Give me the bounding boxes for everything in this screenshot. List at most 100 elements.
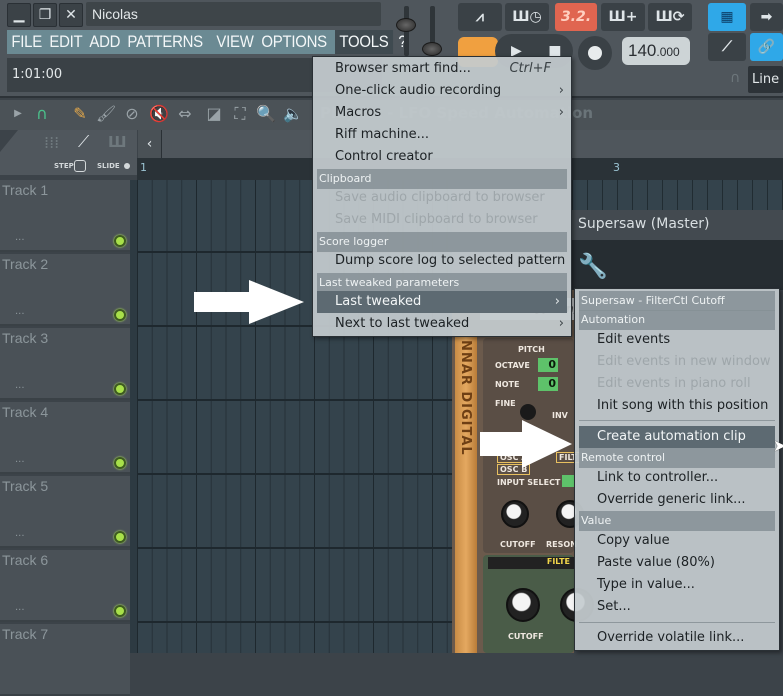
scroll-left-button[interactable]: ‹	[138, 130, 162, 158]
track-header[interactable]: Track 1 ...	[0, 180, 130, 252]
audio-wave-icon[interactable]: ⁞⁞⁞	[44, 133, 59, 152]
track-header[interactable]: Track 3 ...	[0, 328, 130, 400]
menu-item-next-to-last-tweaked[interactable]: Next to last tweaked ›	[313, 313, 571, 335]
menu-options[interactable]: OPTIONS	[257, 30, 331, 54]
track-options[interactable]: ...	[15, 454, 25, 465]
master-pitch-knob[interactable]	[422, 42, 442, 56]
menu-item-one-click-audio-recording[interactable]: One-click audio recording ›	[313, 80, 571, 102]
menu-file[interactable]: FILE	[7, 30, 46, 54]
menu-item-paste-value[interactable]: Paste value (80%)	[575, 552, 779, 574]
restore-button[interactable]: ❐	[33, 3, 57, 27]
tempo-display[interactable]: 140.000	[622, 37, 690, 65]
mute-icon[interactable]: 🔇	[149, 104, 169, 124]
track-name: Track 4	[2, 404, 49, 420]
menu-section-automation: Automation	[579, 310, 775, 330]
link-icon[interactable]: 🔗	[750, 33, 783, 61]
menu-item-browser-smart-find[interactable]: Browser smart find... Ctrl+F	[313, 58, 571, 80]
wait-for-input-button[interactable]: Ш◷	[505, 3, 549, 31]
slip-icon[interactable]: ⇔	[175, 104, 195, 124]
menu-item-last-tweaked[interactable]: Last tweaked ›	[317, 291, 567, 313]
octave-label: OCTAVE	[495, 361, 530, 370]
menu-item-save-audio-clipboard[interactable]: Save audio clipboard to browser	[313, 187, 571, 209]
plugin-window-title[interactable]: Supersaw (Master)	[572, 210, 783, 240]
track-options[interactable]: ...	[15, 602, 25, 613]
menu-item-copy-value[interactable]: Copy value	[575, 530, 779, 552]
menu-patterns[interactable]: PATTERNS	[123, 30, 207, 54]
menu-item-create-automation-clip[interactable]: Create automation clip	[579, 426, 775, 448]
annotation-arrow-icon	[480, 420, 572, 468]
pattern-number[interactable]: 3.2.	[555, 3, 597, 31]
track-mute-led[interactable]	[114, 457, 126, 469]
menu-item-dump-score-log[interactable]: Dump score log to selected pattern	[313, 250, 571, 272]
delete-icon[interactable]: ⊘	[122, 104, 142, 124]
slice-icon[interactable]: ◪	[204, 104, 224, 124]
record-button[interactable]	[578, 36, 612, 70]
menu-item-type-in-value[interactable]: Type in value...	[575, 574, 779, 596]
next-button[interactable]: ➡	[750, 3, 783, 31]
magnet-icon[interactable]: ∩	[32, 104, 52, 124]
paint-icon[interactable]: 🖌	[96, 104, 116, 124]
note-value[interactable]: 0	[538, 377, 558, 391]
typing-keyboard-toggle[interactable]: ▦	[708, 3, 746, 31]
track-options[interactable]: ...	[15, 232, 25, 243]
playlist-grid-right[interactable]	[572, 180, 783, 210]
metronome-button[interactable]: ⩘	[458, 3, 502, 31]
track-mute-led[interactable]	[114, 605, 126, 617]
octave-value[interactable]: 0	[538, 358, 558, 372]
minimize-button[interactable]: ▁	[7, 3, 31, 27]
menu-item-macros[interactable]: Macros ›	[313, 102, 571, 124]
input-select-value[interactable]	[562, 475, 574, 487]
track-mute-led[interactable]	[114, 531, 126, 543]
track-header[interactable]: Track 4 ...	[0, 402, 130, 474]
pencil-icon[interactable]: ✎	[70, 104, 90, 124]
step-edit-button[interactable]: ⟋	[708, 33, 746, 61]
playback-icon[interactable]: 🔈	[283, 104, 303, 124]
menu-item-init-song-position[interactable]: Init song with this position	[575, 395, 779, 417]
wrench-icon[interactable]: 🔧	[578, 252, 608, 280]
menu-item-edit-events-new-window[interactable]: Edit events in new window	[575, 351, 779, 373]
add-pattern-button[interactable]: Ш+	[601, 3, 645, 31]
menu-item-override-volatile-link[interactable]: Override volatile link...	[575, 627, 779, 649]
menu-view[interactable]: VIEW	[212, 30, 258, 54]
select-icon[interactable]: ⛶	[230, 104, 250, 124]
track-header[interactable]: Track 7	[0, 624, 130, 696]
options-arrow-icon[interactable]: ▶	[8, 104, 28, 124]
close-button[interactable]: ✕	[59, 3, 83, 27]
menu-item-edit-events-piano-roll[interactable]: Edit events in piano roll	[575, 373, 779, 395]
menu-item-save-midi-clipboard[interactable]: Save MIDI clipboard to browser	[313, 209, 571, 231]
menu-add[interactable]: ADD	[85, 30, 125, 54]
menu-item-riff-machine[interactable]: Riff machine...	[313, 124, 571, 146]
pattern-icon[interactable]: Ш	[108, 133, 127, 151]
step-checkbox[interactable]	[74, 160, 86, 172]
track-options[interactable]: ...	[15, 380, 25, 391]
menu-item-override-generic-link[interactable]: Override generic link...	[575, 489, 779, 511]
track-header[interactable]: Track 5 ...	[0, 476, 130, 548]
track-options[interactable]: ...	[15, 306, 25, 317]
track-options[interactable]: ...	[15, 528, 25, 539]
track-mute-led[interactable]	[114, 383, 126, 395]
menu-item-label: Next to last tweaked	[335, 316, 470, 331]
fine-knob[interactable]	[520, 404, 536, 420]
menu-item-set[interactable]: Set...	[575, 596, 779, 618]
menu-edit[interactable]: EDIT	[45, 30, 87, 54]
menu-item-edit-events[interactable]: Edit events	[575, 329, 779, 351]
menu-tools[interactable]: TOOLS	[334, 30, 393, 54]
step-label: STEP	[54, 162, 74, 170]
track-header[interactable]: Track 6 ...	[0, 550, 130, 622]
filter-cutoff-knob[interactable]	[506, 588, 540, 622]
track-mute-led[interactable]	[114, 235, 126, 247]
loop-record-button[interactable]: Ш⟳	[648, 3, 692, 31]
track-mute-led[interactable]	[114, 309, 126, 321]
cutoff-knob[interactable]	[501, 500, 529, 528]
track-header[interactable]: Track 2 ...	[0, 254, 130, 326]
slide-radio[interactable]	[124, 163, 130, 169]
snap-mode-select[interactable]: Line	[748, 66, 783, 93]
master-volume-knob[interactable]	[396, 18, 416, 32]
submenu-header: Supersaw - FilterCtl Cutoff	[579, 291, 775, 311]
zoom-icon[interactable]: 🔍	[256, 104, 276, 124]
menu-item-control-creator[interactable]: Control creator	[313, 146, 571, 168]
project-title[interactable]: Nicolas	[86, 2, 381, 26]
track-separator[interactable]	[130, 180, 137, 653]
automation-icon[interactable]: ⟋	[78, 132, 89, 152]
menu-item-link-to-controller[interactable]: Link to controller...	[575, 467, 779, 489]
